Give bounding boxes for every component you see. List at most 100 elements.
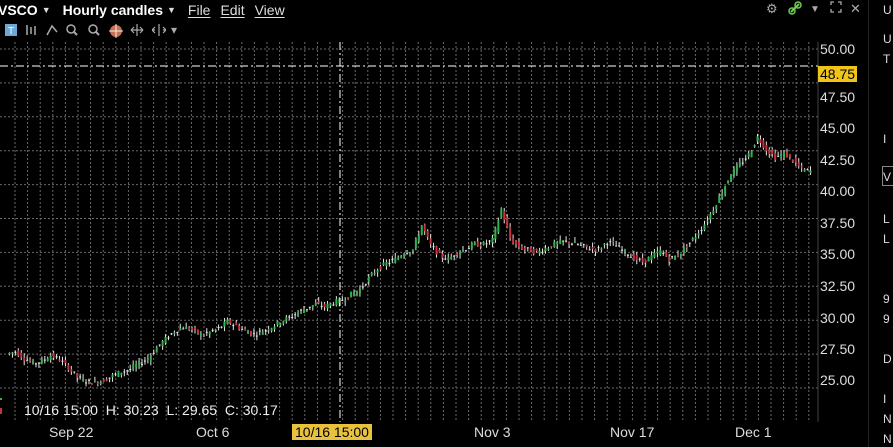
candle-body <box>382 262 385 266</box>
candle-body <box>300 309 303 311</box>
interval-dropdown-icon[interactable]: ▼ <box>167 5 176 15</box>
candle-body <box>727 180 730 183</box>
candle-body <box>196 329 199 334</box>
pan-icon[interactable] <box>130 24 144 39</box>
candle-body <box>90 383 93 385</box>
candle-body <box>138 360 141 366</box>
candle-body <box>364 284 367 286</box>
candle-body <box>350 291 353 298</box>
x-crosshair-label: 10/16 15:00 <box>292 424 372 440</box>
interval-label[interactable]: Hourly candles <box>63 2 163 18</box>
candle-body <box>394 257 397 264</box>
zoom-in-icon[interactable] <box>66 24 78 39</box>
symbol-dropdown-icon[interactable]: ▼ <box>42 5 51 15</box>
menu-view[interactable]: View <box>255 2 285 18</box>
candle-body <box>291 317 294 319</box>
candle-body <box>803 169 806 172</box>
text-tool-icon[interactable]: T <box>5 24 17 39</box>
candle-body <box>205 331 208 333</box>
candle-body <box>185 326 188 330</box>
candle-body <box>556 242 559 245</box>
crosshair-price-tag: 48.75 <box>818 66 858 82</box>
candle-body <box>644 259 647 263</box>
candle-body <box>108 377 111 379</box>
candle-body <box>126 370 129 372</box>
candle-body <box>376 270 379 273</box>
candle-body <box>509 226 512 239</box>
panel-letter: 9 <box>883 292 890 306</box>
candle-body <box>61 360 64 362</box>
candle-body <box>747 153 750 157</box>
candle-body <box>606 244 609 246</box>
candle-body <box>355 290 358 294</box>
candle-body <box>768 149 771 155</box>
candle-body <box>520 246 523 250</box>
scale-icon[interactable] <box>151 24 167 39</box>
candle-body <box>320 305 323 307</box>
candle-body <box>191 327 194 330</box>
zoom-out-icon[interactable] <box>88 24 100 39</box>
menu-file[interactable]: File <box>188 2 211 18</box>
toolbar-dropdown-icon[interactable]: ▾ <box>171 23 177 37</box>
candle-body <box>744 158 747 160</box>
candle-body <box>447 257 450 260</box>
chevron-down-icon[interactable]: ▼ <box>810 4 820 15</box>
candle-body <box>662 252 665 254</box>
candle-body <box>441 253 444 258</box>
candle-body <box>247 332 250 334</box>
candle-body <box>14 351 17 353</box>
candle-body <box>691 237 694 241</box>
candle-body <box>703 224 706 230</box>
y-tick-label: 50.00 <box>820 41 856 57</box>
candle-body <box>367 276 370 282</box>
candle-body <box>780 154 783 157</box>
edge-marker <box>0 398 2 400</box>
candle-body <box>523 247 526 250</box>
candle-body <box>361 286 364 288</box>
candle-body <box>194 327 197 330</box>
link-icon[interactable] <box>788 1 802 18</box>
candle-body <box>591 247 594 249</box>
candle-body <box>141 363 143 365</box>
candle-body <box>220 326 223 328</box>
crosshair-icon[interactable] <box>109 24 123 41</box>
candle-body <box>479 244 482 247</box>
x-tick-label: Sep 22 <box>49 424 94 440</box>
candle-body <box>323 303 326 308</box>
close-icon[interactable]: ✕ <box>850 1 861 17</box>
draw-icon[interactable] <box>46 24 58 39</box>
candle-body <box>774 153 777 161</box>
candle-body <box>506 217 509 228</box>
y-tick-label: 25.00 <box>820 372 856 388</box>
candle-body <box>96 382 99 385</box>
candle-body <box>332 304 335 306</box>
candle-body <box>526 247 529 249</box>
candle-body <box>706 220 709 222</box>
candle-body <box>73 371 76 373</box>
candle-body <box>111 374 114 378</box>
symbol-label[interactable]: VSCO <box>0 2 38 18</box>
candle-body <box>155 347 158 353</box>
gear-icon[interactable]: ⚙ <box>766 1 778 17</box>
candle-body <box>547 248 550 250</box>
candle-body <box>426 230 429 237</box>
candle-body <box>738 162 741 167</box>
candle-body <box>476 241 479 247</box>
menu-edit[interactable]: Edit <box>220 2 244 18</box>
candlestick-chart[interactable] <box>0 42 868 422</box>
candle-body <box>67 364 70 371</box>
candle-body <box>694 237 697 240</box>
candle-body <box>730 175 733 182</box>
panel-letter: N <box>883 412 892 426</box>
candle-body <box>79 376 82 378</box>
candle-body <box>541 252 544 254</box>
candle-body <box>732 168 735 176</box>
restore-icon[interactable] <box>830 1 842 16</box>
chart-toolbar: T ▾ <box>0 22 868 42</box>
candle-body <box>173 332 176 334</box>
candle-body <box>46 358 49 362</box>
candle-body <box>612 241 615 243</box>
candle-body <box>406 253 409 255</box>
candle-body <box>64 359 67 363</box>
bar-style-icon[interactable] <box>25 24 39 39</box>
